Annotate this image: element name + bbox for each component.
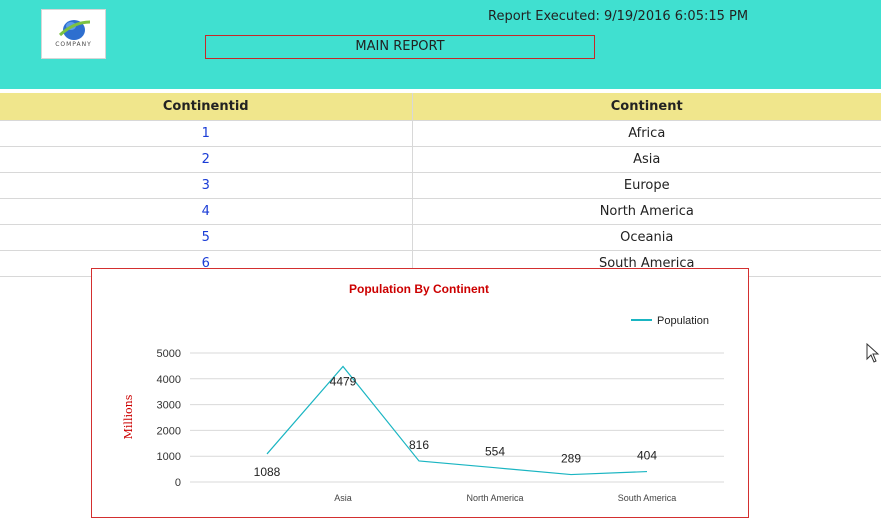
y-tick-label: 5000 [157, 348, 181, 360]
company-logo: COMPANY [41, 9, 106, 59]
y-tick-label: 1000 [157, 451, 181, 463]
chart-canvas: Population By Continent Population Million… [122, 282, 724, 503]
continent-table: Continentid Continent 1 Africa 2 Asia 3 … [0, 93, 881, 277]
main-report-title: MAIN REPORT [205, 35, 595, 59]
globe-icon [58, 20, 91, 40]
continent-name-cell: North America [412, 198, 881, 225]
chart-title: Population By Continent [349, 282, 489, 296]
continent-name-cell: Europe [412, 172, 881, 199]
logo-company-text: COMPANY [55, 41, 92, 48]
data-label: 404 [637, 449, 657, 463]
y-tick-label: 0 [175, 477, 181, 489]
y-tick-label: 4000 [157, 374, 181, 386]
continent-id-cell[interactable]: 4 [0, 198, 413, 225]
population-chart: Population By Continent Population Million… [91, 268, 749, 518]
table-row: 5 Oceania [0, 224, 881, 251]
x-tick-label: North America [466, 493, 523, 503]
continent-id-cell[interactable]: 1 [0, 120, 413, 147]
continent-id-cell[interactable]: 2 [0, 146, 413, 173]
legend-label: Population [657, 315, 709, 327]
continent-name-cell: Africa [412, 120, 881, 147]
data-label: 1088 [254, 465, 281, 479]
data-label: 816 [409, 438, 429, 452]
series-line-population [266, 365, 648, 476]
table-row: 1 Africa [0, 120, 881, 147]
data-label: 554 [485, 445, 505, 459]
continent-name-cell: Asia [412, 146, 881, 173]
table-row: 2 Asia [0, 146, 881, 173]
data-label: 289 [561, 452, 581, 466]
continent-id-cell[interactable]: 3 [0, 172, 413, 199]
y-axis-label: Millions [122, 394, 135, 439]
table-header-row: Continentid Continent [0, 93, 881, 121]
continent-id-cell[interactable]: 5 [0, 224, 413, 251]
column-header-continentid[interactable]: Continentid [0, 93, 413, 121]
continent-name-cell: Oceania [412, 224, 881, 251]
report-executed-label: Report Executed: 9/19/2016 6:05:15 PM [488, 9, 749, 24]
table-row: 3 Europe [0, 172, 881, 199]
y-tick-label: 3000 [157, 400, 181, 412]
report-header: COMPANY Report Executed: 9/19/2016 6:05:… [0, 0, 881, 89]
table-row: 4 North America [0, 198, 881, 225]
y-tick-label: 2000 [157, 425, 181, 437]
x-tick-label: South America [618, 493, 677, 503]
x-tick-label: Asia [334, 493, 352, 503]
column-header-continent[interactable]: Continent [412, 93, 881, 121]
data-label: 4479 [330, 374, 357, 388]
mouse-cursor-icon [866, 343, 880, 363]
